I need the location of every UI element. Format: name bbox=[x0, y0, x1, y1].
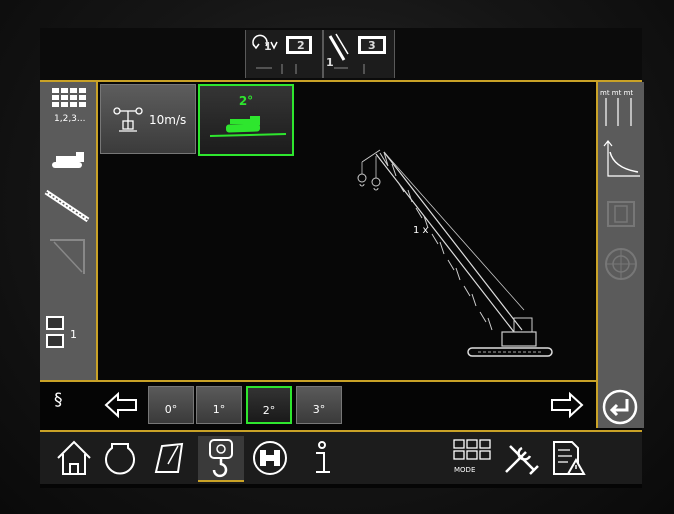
tilt-option-2[interactable]: 2° bbox=[246, 386, 292, 424]
right-sidebar: mt mt mt bbox=[596, 82, 644, 428]
crawler-button[interactable] bbox=[40, 146, 96, 176]
tilted-crawler-icon bbox=[209, 116, 287, 137]
hook-reeving-label: 1 x bbox=[413, 225, 429, 236]
engine-button[interactable] bbox=[100, 436, 140, 480]
mode-button[interactable]: MODE bbox=[450, 436, 494, 480]
load-chart-button[interactable]: mt mt mt bbox=[598, 86, 644, 130]
arrow-right-icon[interactable] bbox=[550, 390, 584, 420]
load-curve-button[interactable] bbox=[598, 138, 644, 182]
enter-icon bbox=[602, 389, 638, 425]
bottom-nav: MODE bbox=[40, 430, 642, 484]
load-chart-icon: mt mt mt bbox=[600, 89, 633, 126]
crane-front-icon bbox=[607, 201, 635, 227]
counter-label: 1,2,3... bbox=[54, 114, 86, 124]
hook-count: 1 bbox=[264, 40, 272, 53]
boom-button[interactable] bbox=[40, 186, 96, 226]
tilt-selector: § 0° 1° 2° 3° bbox=[40, 380, 596, 430]
hook-tile[interactable]: 1 2 bbox=[245, 30, 323, 78]
header-bar: 1 2 1 3 bbox=[40, 28, 642, 82]
wheel-icon bbox=[605, 248, 637, 280]
home-icon bbox=[57, 440, 91, 475]
wind-tile[interactable]: 10m/s bbox=[100, 84, 196, 154]
load-curve-icon bbox=[603, 140, 640, 177]
tools-icon bbox=[505, 445, 539, 475]
slewing-hook-icon bbox=[252, 34, 312, 74]
ground-pressure-icon bbox=[154, 442, 184, 473]
config-count: 1 bbox=[326, 56, 334, 69]
svg-text:mt mt mt: mt mt mt bbox=[600, 89, 633, 97]
boom-icon bbox=[44, 189, 90, 223]
enter-button[interactable] bbox=[600, 388, 640, 426]
crane-front-button[interactable] bbox=[598, 194, 644, 234]
reeving-button[interactable]: 1 bbox=[40, 314, 96, 354]
luffing-jib-button[interactable] bbox=[40, 236, 96, 278]
boom-config-icon bbox=[328, 33, 386, 74]
left-sidebar: 1,2,3... 1 bbox=[40, 82, 98, 390]
tools-button[interactable] bbox=[500, 436, 540, 480]
luffing-jib-icon bbox=[50, 239, 85, 274]
crawler-config-button[interactable] bbox=[250, 436, 290, 480]
section-symbol-button[interactable]: § bbox=[54, 390, 63, 410]
tilt-value: 2° bbox=[238, 94, 254, 108]
home-button[interactable] bbox=[54, 436, 94, 480]
grid-icon bbox=[52, 88, 86, 107]
arrow-left-icon[interactable] bbox=[104, 390, 138, 420]
boom-config-tile[interactable]: 1 3 bbox=[323, 30, 395, 78]
info-button[interactable] bbox=[302, 436, 342, 480]
engine-icon bbox=[105, 443, 135, 475]
report-icon bbox=[553, 441, 586, 475]
tilt-option-1[interactable]: 1° bbox=[196, 386, 242, 424]
reeving-icon bbox=[46, 316, 64, 348]
crawler-icon bbox=[52, 152, 84, 168]
ground-pressure-button[interactable] bbox=[148, 436, 188, 480]
mode-label: MODE bbox=[454, 466, 476, 474]
counter-button[interactable]: 1,2,3... bbox=[40, 86, 96, 128]
tilt-option-3[interactable]: 3° bbox=[296, 386, 342, 424]
reeving-count: 1 bbox=[70, 328, 77, 341]
report-button[interactable] bbox=[548, 436, 588, 480]
screen: 1 2 1 3 1,2,3... 1 mt mt mt 10m/s 2° 1 x… bbox=[40, 28, 644, 488]
wind-speed: 10m/s bbox=[149, 113, 187, 127]
reeving-top-value: 2 bbox=[297, 39, 305, 52]
mode-icon bbox=[453, 439, 491, 460]
wheel-button[interactable] bbox=[598, 242, 644, 286]
tilt-tile[interactable]: 2° bbox=[198, 84, 294, 156]
main-area: 10m/s 2° 1 x bbox=[98, 82, 594, 380]
hook-icon bbox=[209, 439, 233, 478]
anemometer-icon bbox=[113, 107, 143, 132]
hook-nav-button[interactable] bbox=[198, 436, 244, 482]
reeving-second-value: 3 bbox=[368, 39, 376, 52]
crawler-config-icon bbox=[253, 441, 287, 475]
info-icon bbox=[316, 441, 330, 473]
tilt-option-0[interactable]: 0° bbox=[148, 386, 194, 424]
crane-diagram bbox=[357, 149, 553, 357]
